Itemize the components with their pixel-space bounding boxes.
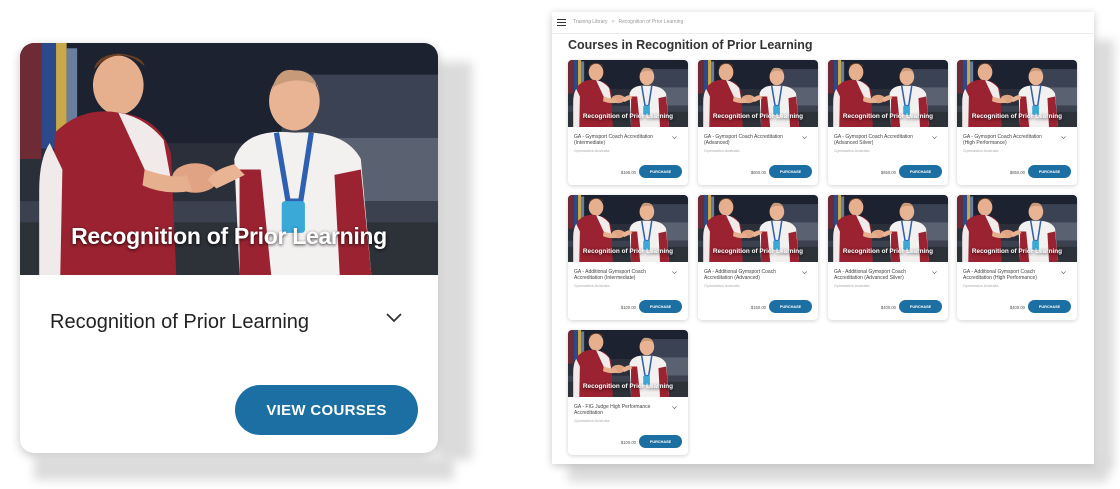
top-bar: Training Library > Recognition of Prior … bbox=[552, 12, 1094, 34]
category-card[interactable]: Recognition of Prior Learning Recognitio… bbox=[20, 43, 438, 453]
course-image-caption: Recognition of Prior Learning bbox=[582, 248, 674, 255]
purchase-button[interactable]: PURCHASE bbox=[639, 435, 682, 448]
chevron-down-icon[interactable] bbox=[801, 269, 808, 276]
course-price: $400.00 bbox=[880, 305, 896, 310]
course-image: Recognition of Prior Learning bbox=[828, 60, 948, 127]
breadcrumb-item: Recognition of Prior Learning bbox=[618, 19, 684, 25]
course-card[interactable]: Recognition of Prior Learning GA - Additi… bbox=[828, 195, 948, 320]
breadcrumb-item[interactable]: Training Library bbox=[573, 19, 608, 25]
decorative-shadow bbox=[1094, 40, 1114, 470]
course-image-caption: Recognition of Prior Learning bbox=[971, 113, 1063, 120]
category-title: Recognition of Prior Learning bbox=[50, 311, 310, 333]
course-image: Recognition of Prior Learning bbox=[568, 195, 688, 262]
purchase-button[interactable]: PURCHASE bbox=[1028, 300, 1071, 313]
course-price: $850.00 bbox=[1009, 170, 1025, 175]
course-price: $150.00 bbox=[750, 305, 766, 310]
course-name: GA - Gymsport Coach Accreditation (Inter… bbox=[574, 134, 653, 146]
course-price: $100.00 bbox=[620, 305, 636, 310]
breadcrumb-separator: > bbox=[611, 19, 615, 25]
course-image: Recognition of Prior Learning bbox=[957, 60, 1077, 127]
course-image: Recognition of Prior Learning bbox=[957, 195, 1077, 262]
course-organization: Gymnastics Australia bbox=[574, 149, 610, 153]
chevron-down-icon[interactable] bbox=[931, 134, 938, 141]
course-name: GA - FIG Judge High Performance Accredit… bbox=[574, 404, 651, 416]
purchase-button[interactable]: PURCHASE bbox=[769, 300, 812, 313]
course-image: Recognition of Prior Learning bbox=[698, 195, 818, 262]
canvas: Recognition of Prior Learning Recognitio… bbox=[0, 0, 1120, 489]
chevron-down-icon[interactable] bbox=[671, 134, 678, 141]
course-price: $600.00 bbox=[750, 170, 766, 175]
purchase-button[interactable]: PURCHASE bbox=[639, 300, 682, 313]
course-image-caption: Recognition of Prior Learning bbox=[712, 248, 804, 255]
hamburger-icon[interactable] bbox=[557, 19, 566, 26]
purchase-button[interactable]: PURCHASE bbox=[899, 300, 942, 313]
course-name: GA - Additional Gymsport Coach Accredita… bbox=[574, 269, 646, 281]
decorative-shadow bbox=[568, 464, 1108, 482]
course-name: GA - Additional Gymsport Coach Accredita… bbox=[834, 269, 906, 281]
course-organization: Gymnastics Australia bbox=[574, 284, 610, 288]
course-price: $165.00 bbox=[620, 170, 636, 175]
view-courses-button[interactable]: VIEW COURSES bbox=[235, 385, 418, 435]
course-card[interactable]: Recognition of Prior Learning GA - Additi… bbox=[957, 195, 1077, 320]
course-name: GA - Additional Gymsport Coach Accredita… bbox=[963, 269, 1037, 281]
category-image-caption: Recognition of Prior Learning bbox=[71, 223, 387, 249]
course-image: Recognition of Prior Learning bbox=[698, 60, 818, 127]
course-image-caption: Recognition of Prior Learning bbox=[582, 383, 674, 390]
chevron-down-icon[interactable] bbox=[801, 134, 808, 141]
purchase-button[interactable]: PURCHASE bbox=[769, 165, 812, 178]
chevron-down-icon[interactable] bbox=[671, 404, 678, 411]
course-image: Recognition of Prior Learning bbox=[828, 195, 948, 262]
course-image-caption: Recognition of Prior Learning bbox=[842, 113, 934, 120]
course-price: $400.00 bbox=[1009, 305, 1025, 310]
breadcrumb: Training Library > Recognition of Prior … bbox=[573, 19, 683, 25]
course-card[interactable]: Recognition of Prior Learning GA - FIG Ju… bbox=[568, 330, 688, 455]
course-price: $100.00 bbox=[620, 440, 636, 445]
course-card[interactable]: Recognition of Prior Learning GA - Additi… bbox=[568, 195, 688, 320]
course-image-caption: Recognition of Prior Learning bbox=[842, 248, 934, 255]
course-card[interactable]: Recognition of Prior Learning GA - Additi… bbox=[698, 195, 818, 320]
chevron-down-icon[interactable] bbox=[384, 307, 404, 327]
course-name: GA - Additional Gymsport Coach Accredita… bbox=[704, 269, 776, 281]
purchase-button[interactable]: PURCHASE bbox=[639, 165, 682, 178]
chevron-down-icon[interactable] bbox=[1060, 269, 1067, 276]
course-name: GA - Gymsport Coach Accreditation (Advan… bbox=[704, 134, 783, 146]
course-card[interactable]: Recognition of Prior Learning GA - Gymspo… bbox=[568, 60, 688, 185]
course-organization: Gymnastics Australia bbox=[704, 149, 740, 153]
course-image: Recognition of Prior Learning bbox=[568, 60, 688, 127]
course-card[interactable]: Recognition of Prior Learning GA - Gymspo… bbox=[957, 60, 1077, 185]
course-name: GA - Gymsport Coach Accreditation (Advan… bbox=[834, 134, 913, 146]
course-image-caption: Recognition of Prior Learning bbox=[971, 248, 1063, 255]
decorative-shadow bbox=[34, 458, 454, 480]
course-organization: Gymnastics Australia bbox=[574, 419, 610, 423]
course-name: GA - Gymsport Coach Accreditation (High … bbox=[963, 134, 1042, 146]
chevron-down-icon[interactable] bbox=[931, 269, 938, 276]
purchase-button[interactable]: PURCHASE bbox=[1028, 165, 1071, 178]
course-price: $650.00 bbox=[880, 170, 896, 175]
decorative-shadow bbox=[438, 62, 472, 460]
course-image: Recognition of Prior Learning bbox=[568, 330, 688, 397]
course-organization: Gymnastics Australia bbox=[834, 149, 870, 153]
course-organization: Gymnastics Australia bbox=[704, 284, 740, 288]
chevron-down-icon[interactable] bbox=[671, 269, 678, 276]
page-title: Courses in Recognition of Prior Learning bbox=[568, 38, 813, 52]
category-image: Recognition of Prior Learning bbox=[20, 43, 438, 275]
course-organization: Gymnastics Australia bbox=[963, 149, 999, 153]
course-organization: Gymnastics Australia bbox=[963, 284, 999, 288]
course-image-caption: Recognition of Prior Learning bbox=[712, 113, 804, 120]
course-card[interactable]: Recognition of Prior Learning GA - Gymspo… bbox=[828, 60, 948, 185]
course-card[interactable]: Recognition of Prior Learning GA - Gymspo… bbox=[698, 60, 818, 185]
purchase-button[interactable]: PURCHASE bbox=[899, 165, 942, 178]
courses-page-panel: Training Library > Recognition of Prior … bbox=[552, 12, 1094, 464]
chevron-down-icon[interactable] bbox=[1060, 134, 1067, 141]
course-image-caption: Recognition of Prior Learning bbox=[582, 113, 674, 120]
course-organization: Gymnastics Australia bbox=[834, 284, 870, 288]
